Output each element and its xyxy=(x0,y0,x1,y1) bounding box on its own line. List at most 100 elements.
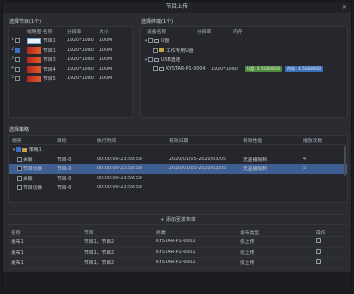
terminal-row[interactable]: KYSTAR-P1-0004 1920*1080 U盘: 4.5GB/8GB 内存: … xyxy=(141,65,347,75)
program-checkbox[interactable] xyxy=(15,57,20,63)
col-valid-perf: 有效性能 xyxy=(243,138,263,144)
strategy-checkbox[interactable] xyxy=(16,147,21,153)
program-name: 节目4 xyxy=(43,67,56,73)
program-thumb-name: 节目1 xyxy=(27,47,67,54)
programs-section-label: 选择节目(1个) xyxy=(9,19,42,25)
publish-terminal: KYSTAR-P1-0002 xyxy=(156,239,196,245)
col-thumb-name: 缩略图·名称 xyxy=(27,30,53,35)
strategy-header: 顺序 目标 执行时间 有效日期 有效性能 播放次数 xyxy=(9,136,347,145)
program-row[interactable]: 3 节目3 1920*1080 100M xyxy=(9,55,132,65)
program-row[interactable]: 1 节目1 1920*1080 100M xyxy=(9,36,132,46)
terminal-label: 工作专用U盘 xyxy=(166,48,194,54)
col-memory: 内存 xyxy=(233,30,243,35)
program-checkbox[interactable] xyxy=(15,76,20,82)
program-thumbnail-icon xyxy=(27,47,41,54)
strategy-row[interactable]: 关联 节目-0 00:00:00-23:59:59 2020/01/05-2020/0… xyxy=(9,155,347,165)
strategy-order: 节目切换 xyxy=(23,167,43,173)
program-thumb-name: 节目3 xyxy=(27,56,67,63)
terminal-resolution: 1920*1080 xyxy=(211,66,238,72)
monitor-icon xyxy=(159,66,164,71)
terminal-row[interactable]: ▾ U盘 xyxy=(141,36,347,46)
add-to-list-button[interactable]: + 添加至发布单 xyxy=(8,214,348,225)
terminal-name-cell: ▾ U盘 xyxy=(141,37,233,44)
program-checkbox[interactable] xyxy=(15,47,20,53)
publish-type: 仅上传 xyxy=(240,250,255,256)
terminals-panel: 设备名称 分辨率 内存 ▾ U盘 工作专用U盘 ▾ USB直连 KYSTAR-P1-000… xyxy=(140,26,348,118)
publish-type: 仅上传 xyxy=(240,261,255,267)
program-name: 节目3 xyxy=(43,58,56,64)
terminal-checkbox[interactable] xyxy=(153,66,158,72)
program-thumb-name: 节目4 xyxy=(27,66,67,73)
publish-name: 发布1 xyxy=(11,240,24,246)
terminal-checkbox[interactable] xyxy=(148,57,153,63)
program-size: 100M xyxy=(99,66,113,72)
folder-icon xyxy=(22,147,27,152)
strategy-order-cell: 节目切换 xyxy=(9,184,57,191)
col-device-name: 设备名称 xyxy=(147,30,167,35)
publish-name: 发布1 xyxy=(11,261,24,267)
strategy-exec-time: 00:00:00-23:59:59 xyxy=(97,166,142,172)
program-thumb-name: 节目5 xyxy=(27,75,67,82)
program-size: 100M xyxy=(99,76,113,82)
strategy-order-cell: 节目切换 xyxy=(9,165,57,172)
col-size: 大小 xyxy=(99,30,109,35)
program-thumbnail-icon xyxy=(27,56,41,63)
col-pub-programs: 节目 xyxy=(84,230,94,236)
program-row[interactable]: 2 节目1 1920*1080 100M xyxy=(9,46,132,56)
strategy-target: 节目-0 xyxy=(57,157,72,163)
strategy-order: 节目切换 xyxy=(23,186,43,192)
terminal-checkbox[interactable] xyxy=(148,38,153,44)
strategy-play-count: 4 xyxy=(303,156,307,162)
usb-memory-badge: U盘: 4.5GB/8GB xyxy=(245,66,282,73)
strategy-checkbox[interactable] xyxy=(17,156,22,162)
strategy-scrollbar[interactable] xyxy=(344,146,346,176)
strategy-valid-perf: 无盖播限制 xyxy=(243,167,267,173)
delete-icon[interactable] xyxy=(316,248,321,254)
terminal-label: USB直连 xyxy=(161,58,181,64)
strategy-checkbox[interactable] xyxy=(17,175,22,181)
publish-action-cell xyxy=(316,238,340,245)
publish-action-cell xyxy=(316,259,340,266)
program-name: 节目5 xyxy=(43,77,56,83)
strategy-row[interactable]: 节目切换 节目-0 00:00:00-23:59:59 xyxy=(9,183,347,193)
program-thumbnail-icon xyxy=(27,75,41,82)
program-select-cell: 4 xyxy=(9,66,27,73)
close-icon[interactable]: ✕ xyxy=(342,2,347,13)
program-checkbox[interactable] xyxy=(15,66,20,72)
strategy-row[interactable]: 节目切换 节目-0 00:00:00-23:59:59 2020/01/05-2020… xyxy=(9,164,347,174)
publish-row: 发布1 节目1，节目2 KYSTAR-P1-0002 仅上传 xyxy=(8,248,348,258)
terminal-memory: U盘: 4.5GB/8GB 内存: 4.5GB/8GB xyxy=(245,66,335,73)
publish-terminal: KYSTAR-P1-0002 xyxy=(156,249,196,255)
terminal-row[interactable]: ▾ USB直连 xyxy=(141,55,347,65)
program-size: 100M xyxy=(99,47,113,53)
program-checkbox[interactable] xyxy=(15,38,20,44)
col-term-resolution: 分辨率 xyxy=(197,30,212,35)
program-thumbnail-icon xyxy=(27,66,41,73)
terminal-name-cell: 工作专用U盘 xyxy=(141,47,233,54)
program-size: 100M xyxy=(99,57,113,63)
terminal-row[interactable]: 工作专用U盘 xyxy=(141,46,347,56)
publish-row: 发布1 节目1，节目2 KYSTAR-P1-0002 仅上传 xyxy=(8,258,348,269)
publish-terminal: KYSTAR-P1-0002 xyxy=(156,260,196,266)
publish-action-cell xyxy=(316,248,340,256)
program-resolution: 1920*1080 xyxy=(67,76,94,82)
strategy-order-cell: 关联 xyxy=(9,175,57,182)
delete-icon[interactable] xyxy=(316,238,321,244)
publish-programs: 节目1，节目2 xyxy=(84,261,115,267)
strategy-row[interactable]: 关联 节目-0 00:00:00-23:59:59 xyxy=(9,174,347,184)
program-row[interactable]: 4 节目4 1920*1080 100M xyxy=(9,65,132,75)
strategy-row[interactable]: ▾ 策略1 xyxy=(9,145,347,155)
strategy-order-cell: ▾ 策略1 xyxy=(9,146,57,153)
publish-programs: 节目1，节目2 xyxy=(84,250,115,256)
program-row[interactable]: 5 节目5 1920*1080 100M xyxy=(9,74,132,84)
col-pub-type: 发布类型 xyxy=(240,230,260,236)
strategy-checkbox[interactable] xyxy=(17,166,22,172)
strategy-valid-date: 2020/01/05-2020/03/05 xyxy=(169,166,227,172)
strategy-valid-perf: 无盖播限制 xyxy=(243,157,267,163)
strategy-checkbox[interactable] xyxy=(17,185,22,191)
delete-icon[interactable] xyxy=(316,259,321,265)
strategy-order: 关联 xyxy=(23,176,33,182)
strategy-panel: 顺序 目标 执行时间 有效日期 有效性能 播放次数 ▾ 策略1 关联 节目-0 00:0… xyxy=(8,135,348,203)
strategy-target: 节目-0 xyxy=(57,176,72,182)
terminal-checkbox[interactable] xyxy=(153,47,158,53)
